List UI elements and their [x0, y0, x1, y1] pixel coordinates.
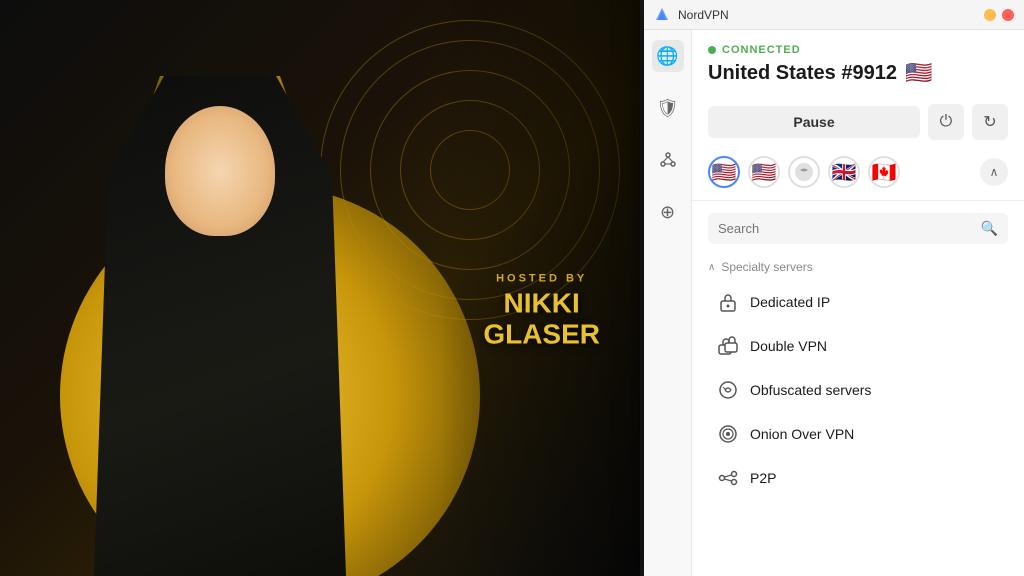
server-item-onion[interactable]: Onion Over VPN — [700, 412, 1016, 456]
sidebar-icon-mesh[interactable] — [652, 144, 684, 176]
onion-icon — [716, 422, 740, 446]
search-bar[interactable]: 🔍 — [708, 213, 1008, 244]
server-item-dedicated-ip[interactable]: Dedicated IP — [700, 280, 1016, 324]
server-item-double-vpn[interactable]: Double VPN — [700, 324, 1016, 368]
quick-servers: 🇺🇸 🇺🇸 🇬🇧 🇨🇦 ∧ — [692, 148, 1024, 196]
quick-server-uk[interactable]: 🇬🇧 — [828, 156, 860, 188]
chevron-icon: ∧ — [708, 262, 715, 273]
p2p-label: P2P — [750, 470, 776, 486]
server-list[interactable]: ∧ Specialty servers Dedicated IP — [692, 252, 1024, 576]
quick-server-ca[interactable]: 🇨🇦 — [868, 156, 900, 188]
app-body: 🌐 🛡 ⊕ CONNECTED — [644, 30, 1024, 576]
window-controls — [984, 9, 1014, 21]
refresh-button[interactable]: ↻ — [972, 104, 1008, 140]
sidebar-icon-shield[interactable]: 🛡 — [652, 92, 684, 124]
sidebar-icon-settings[interactable]: ⊕ — [652, 196, 684, 228]
dedicated-ip-label: Dedicated IP — [750, 294, 830, 310]
expand-servers-button[interactable]: ∧ — [980, 158, 1008, 186]
app-title: NordVPN — [678, 8, 984, 22]
search-icon[interactable]: 🔍 — [981, 220, 998, 237]
connection-status: CONNECTED United States #9912 🇺🇸 — [692, 30, 1024, 96]
server-item-obfuscated[interactable]: Obfuscated servers — [700, 368, 1016, 412]
title-bar: NordVPN — [644, 0, 1024, 30]
divider-1 — [692, 200, 1024, 201]
search-input[interactable] — [718, 221, 981, 236]
double-vpn-label: Double VPN — [750, 338, 827, 354]
p2p-icon — [716, 466, 740, 490]
obfuscated-icon — [716, 378, 740, 402]
main-panel: CONNECTED United States #9912 🇺🇸 Pause ⏻… — [692, 30, 1024, 576]
pause-button[interactable]: Pause — [708, 106, 920, 138]
onion-label: Onion Over VPN — [750, 426, 854, 442]
connection-status-text: CONNECTED — [722, 44, 801, 56]
hosted-by-label: HOSTED BY — [483, 272, 600, 284]
dedicated-ip-icon — [716, 290, 740, 314]
face — [165, 106, 275, 236]
nordvpn-logo — [654, 7, 670, 23]
controls-row: Pause ⏻ ↻ — [692, 96, 1024, 148]
poster-background: HOSTED BY NIKKI GLASER — [0, 0, 640, 576]
close-button[interactable] — [1002, 9, 1014, 21]
host-name: NIKKI GLASER — [483, 288, 600, 350]
specialty-label: Specialty servers — [721, 260, 812, 274]
quick-server-us1[interactable]: 🇺🇸 — [708, 156, 740, 188]
obfuscated-label: Obfuscated servers — [750, 382, 871, 398]
country-flag: 🇺🇸 — [905, 60, 932, 86]
quick-server-generic[interactable] — [788, 156, 820, 188]
power-button[interactable]: ⏻ — [928, 104, 964, 140]
specialty-section-header: ∧ Specialty servers — [692, 252, 1024, 280]
quick-server-us2[interactable]: 🇺🇸 — [748, 156, 780, 188]
sidebar: 🌐 🛡 ⊕ — [644, 30, 692, 576]
server-item-p2p[interactable]: P2P — [700, 456, 1016, 500]
server-name: United States #9912 🇺🇸 — [708, 60, 1008, 86]
minimize-button[interactable] — [984, 9, 996, 21]
double-vpn-icon — [716, 334, 740, 358]
sidebar-icon-globe[interactable]: 🌐 — [652, 40, 684, 72]
connected-dot — [708, 46, 716, 54]
hosted-by-section: HOSTED BY NIKKI GLASER — [483, 272, 600, 350]
vpn-app-window: NordVPN 🌐 🛡 ⊕ — [644, 0, 1024, 576]
status-badge: CONNECTED — [708, 44, 1008, 56]
